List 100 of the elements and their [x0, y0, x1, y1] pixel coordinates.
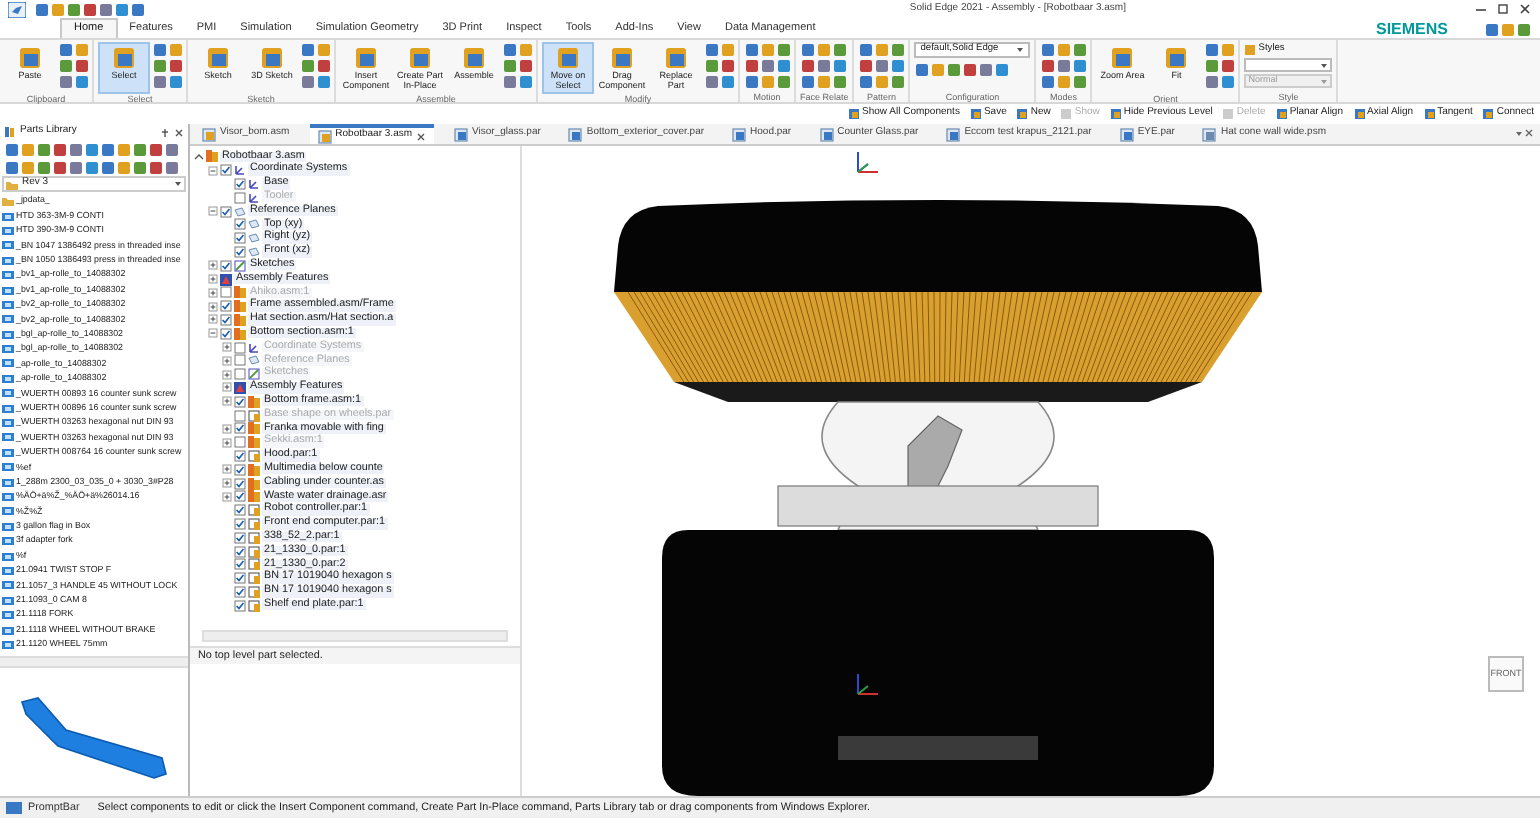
expand-toggle-icon[interactable] [208, 301, 218, 312]
part-icon [2, 492, 14, 502]
maximize-icon[interactable] [1496, 2, 1510, 16]
checkbox[interactable] [234, 545, 246, 557]
sketch-icon [234, 259, 246, 272]
part-icon [819, 127, 834, 141]
tool-icons-drawing[interactable] [58, 42, 88, 90]
tool-icon [664, 46, 688, 70]
checkbox[interactable] [234, 436, 246, 449]
pin-icon[interactable] [160, 127, 170, 137]
checkbox[interactable] [234, 490, 246, 503]
checkbox[interactable] [234, 191, 246, 204]
tool-icons-drawing[interactable] [4, 159, 180, 175]
expand-toggle-icon[interactable] [222, 491, 232, 502]
checkbox[interactable] [234, 395, 246, 408]
checkbox[interactable] [234, 341, 246, 354]
checkbox[interactable] [220, 259, 232, 272]
close-icon[interactable] [416, 131, 427, 141]
part-icon [2, 329, 14, 340]
checkbox[interactable] [234, 245, 246, 258]
brand-logo: SIEMENS [1375, 22, 1448, 38]
tool-icon [610, 46, 634, 70]
tool-icons-drawing[interactable] [4, 141, 180, 157]
part-icon [946, 127, 961, 141]
sketch-icon [248, 368, 260, 381]
tool-icon [1110, 46, 1135, 70]
checkbox[interactable] [220, 286, 232, 299]
expand-toggle-icon[interactable] [208, 274, 218, 285]
checkbox[interactable] [234, 177, 246, 190]
app-logo-icon[interactable] [8, 1, 26, 17]
tool-icons-drawing[interactable] [1204, 42, 1235, 90]
part-icon [2, 299, 14, 310]
checkbox[interactable] [234, 477, 246, 490]
collapse-toggle-icon[interactable] [208, 328, 218, 339]
tool-icons-drawing[interactable] [300, 42, 330, 90]
prompt-bar-icon [6, 802, 22, 814]
tool-icons-drawing[interactable] [152, 42, 182, 90]
features-icon [234, 381, 246, 394]
checkbox[interactable] [234, 599, 246, 612]
checkbox[interactable] [234, 422, 246, 435]
checkbox[interactable] [220, 300, 232, 313]
checkbox[interactable] [234, 409, 246, 422]
expand-toggle-icon[interactable] [208, 260, 218, 271]
tool-icons-drawing[interactable] [704, 42, 734, 90]
checkbox[interactable] [234, 504, 246, 517]
checkbox[interactable] [234, 232, 246, 245]
checkbox[interactable] [234, 354, 246, 367]
checkbox[interactable] [234, 368, 246, 381]
checkbox[interactable] [234, 517, 246, 530]
part-icon [2, 403, 14, 414]
part-icon [732, 127, 747, 141]
assembly-icon [317, 129, 332, 143]
expand-toggle-icon[interactable] [222, 396, 232, 407]
collapse-toggle-icon[interactable] [208, 165, 218, 176]
tool-icons-drawing[interactable] [1484, 22, 1532, 38]
expand-toggle-icon[interactable] [222, 437, 232, 448]
checkbox[interactable] [220, 327, 232, 340]
expand-toggle-icon[interactable] [222, 355, 232, 366]
expand-toggle-icon[interactable] [222, 342, 232, 353]
close-icon[interactable] [174, 127, 184, 137]
part-icon [2, 625, 14, 636]
tool-icons-drawing[interactable] [1040, 42, 1087, 90]
part-icon [2, 240, 14, 251]
part-icon [2, 639, 14, 650]
checkbox[interactable] [220, 164, 232, 177]
expand-toggle-icon[interactable] [222, 423, 232, 434]
tool-icon [18, 46, 42, 70]
library-icon [4, 126, 16, 138]
close-icon[interactable] [1518, 2, 1532, 16]
checkbox[interactable] [234, 558, 246, 571]
part-icon [2, 285, 14, 296]
collapse-caret-icon[interactable] [194, 151, 204, 162]
tool-icons-drawing[interactable] [914, 62, 1011, 78]
checkbox[interactable] [220, 313, 232, 326]
assembly-icon [248, 395, 260, 408]
expand-toggle-icon[interactable] [208, 287, 218, 298]
tool-icon [408, 46, 432, 70]
checkbox[interactable] [220, 205, 232, 218]
checkbox[interactable] [234, 449, 246, 462]
checkbox[interactable] [234, 463, 246, 476]
part-icon [2, 373, 14, 384]
expand-toggle-icon[interactable] [222, 369, 232, 380]
expand-toggle-icon[interactable] [208, 314, 218, 325]
tool-icons-drawing[interactable] [800, 42, 846, 90]
expand-toggle-icon[interactable] [222, 382, 232, 393]
checkbox[interactable] [234, 531, 246, 544]
checkbox[interactable] [234, 572, 246, 585]
tool-icons-drawing[interactable] [744, 42, 790, 90]
expand-toggle-icon[interactable] [222, 478, 232, 489]
part-icon [2, 477, 14, 488]
tool-icons-drawing[interactable] [502, 42, 532, 90]
command-icon [1060, 108, 1073, 120]
collapse-toggle-icon[interactable] [208, 206, 218, 217]
tool-icons-drawing[interactable] [858, 42, 905, 90]
tab-list-icon[interactable] [1514, 126, 1534, 142]
checkbox[interactable] [234, 218, 246, 231]
expand-toggle-icon[interactable] [222, 464, 232, 475]
part-icon [2, 225, 14, 236]
checkbox[interactable] [234, 585, 246, 598]
command-icon [848, 108, 861, 120]
